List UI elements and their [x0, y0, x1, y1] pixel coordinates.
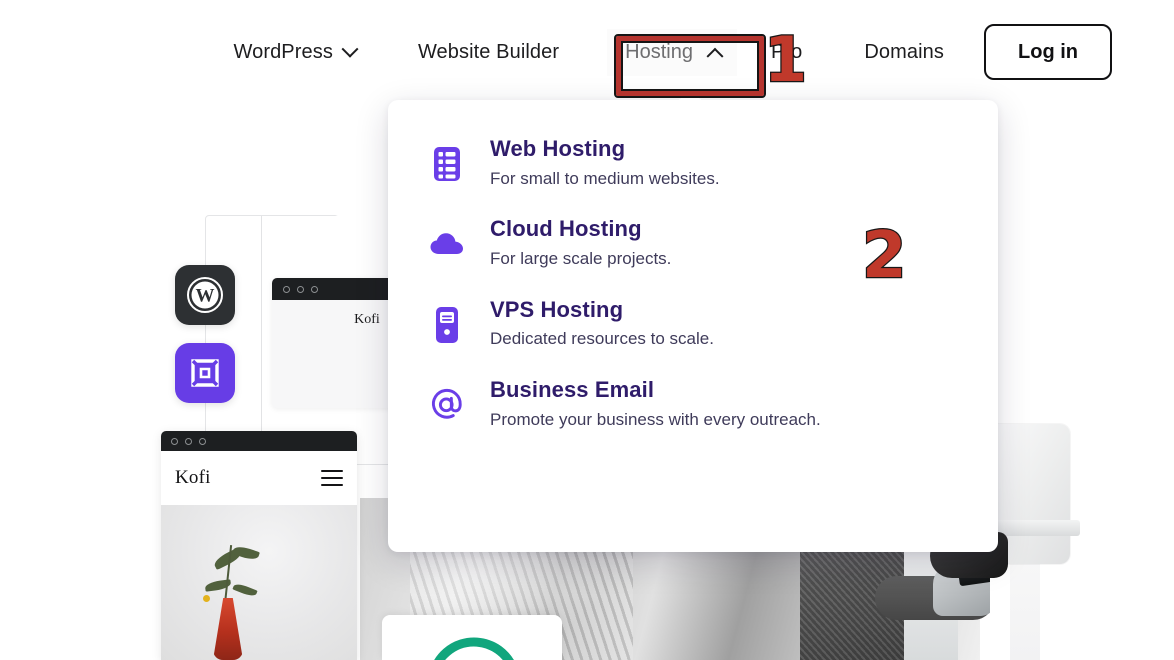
mock-site-hero-image: [161, 505, 357, 660]
nav-item-domains[interactable]: Domains: [850, 31, 958, 74]
nav-item-hosting[interactable]: Hosting: [607, 28, 737, 76]
dropdown-item-title: Web Hosting: [490, 136, 626, 161]
main-navigation: WordPress Website Builder Hosting Pro Do…: [0, 0, 1174, 104]
mock-site-brand: Kofi: [175, 467, 211, 488]
nav-item-label: Hosting: [625, 40, 693, 63]
hamburger-icon: [321, 470, 343, 486]
plant-leaf: [232, 581, 258, 599]
hostinger-icon: [191, 359, 219, 387]
progress-ring-card: [382, 615, 562, 660]
server-tower-icon: [430, 305, 464, 345]
progress-ring-icon: [427, 637, 521, 660]
nav-item-website-builder[interactable]: Website Builder: [404, 31, 573, 74]
traffic-light-icon: [311, 285, 318, 293]
traffic-light-icon: [283, 285, 290, 293]
dropdown-item-subtitle: Dedicated resources to scale.: [490, 329, 714, 349]
nav-item-label: Website Builder: [417, 40, 560, 63]
dropdown-item-title: Business Email: [490, 376, 655, 402]
traffic-light-icon: [297, 285, 304, 293]
chevron-up-icon: [706, 47, 724, 65]
wordpress-logo-tile: W: [175, 265, 235, 325]
traffic-light-icon: [171, 437, 178, 445]
annotation-marker-1: 1: [763, 23, 809, 96]
server-list-icon: [430, 144, 464, 184]
hosting-dropdown-panel[interactable]: Web Hosting For small to medium websites…: [388, 91, 998, 552]
connector-line: [261, 216, 262, 461]
nav-item-label: Domains: [864, 40, 945, 63]
dropdown-item-vps-hosting[interactable]: VPS Hosting Dedicated resources to scale…: [388, 295, 998, 352]
dropdown-item-subtitle: Promote your business with every outreac…: [490, 409, 821, 429]
browser-titlebar: [161, 431, 357, 451]
browser-mock-bottom: Kofi: [161, 431, 357, 660]
mock-site-header: Kofi: [161, 451, 357, 505]
plant-bud: [203, 595, 210, 602]
chevron-down-icon: [341, 40, 359, 58]
nav-item-wordpress[interactable]: WordPress: [219, 31, 369, 74]
dropdown-item-subtitle: For large scale projects.: [490, 249, 672, 269]
wordpress-icon: W: [187, 277, 223, 313]
nav-item-hosting-wrapper: Hosting: [607, 28, 737, 76]
dropdown-item-business-email[interactable]: Business Email Promote your business wit…: [388, 375, 998, 432]
cloud-icon: [430, 224, 464, 264]
plant-vase: [213, 598, 243, 660]
nav-item-label: WordPress: [233, 40, 333, 63]
page-root: Kofi Kofi W Web Hosting For small to med…: [0, 0, 1174, 660]
traffic-light-icon: [199, 437, 206, 445]
at-sign-icon: [430, 385, 464, 425]
svg-text:W: W: [196, 286, 215, 307]
hostinger-logo-tile: [175, 343, 235, 403]
login-button[interactable]: Log in: [984, 24, 1112, 80]
annotation-marker-2: 2: [861, 219, 908, 293]
traffic-light-icon: [185, 437, 192, 445]
dropdown-item-title: VPS Hosting: [490, 296, 624, 322]
dropdown-item-subtitle: For small to medium websites.: [490, 168, 720, 188]
dropdown-item-web-hosting[interactable]: Web Hosting For small to medium websites…: [388, 134, 998, 191]
dropdown-item-title: Cloud Hosting: [490, 216, 642, 242]
